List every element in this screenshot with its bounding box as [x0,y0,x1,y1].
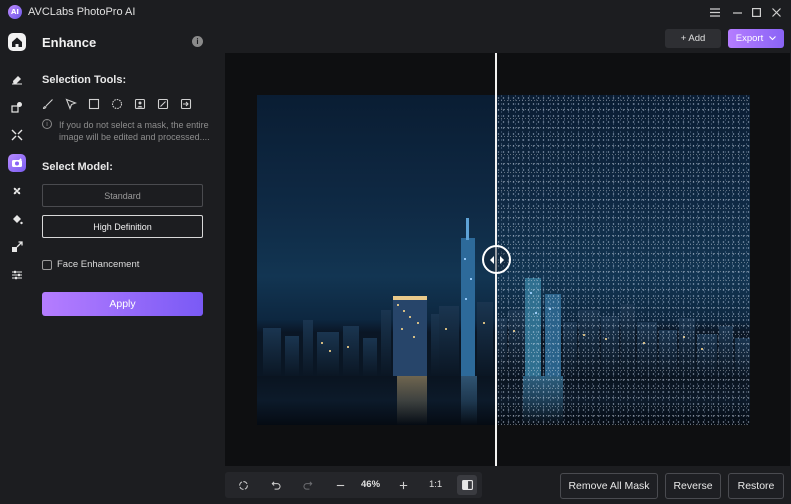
undo-icon[interactable] [267,477,283,493]
app-title: AVCLabs PhotoPro AI [28,6,136,18]
selection-tools [42,98,192,110]
close-icon[interactable] [767,3,785,21]
maximize-icon[interactable] [747,3,765,21]
enhance-icon[interactable] [8,154,26,172]
fill-icon[interactable] [8,210,26,228]
zoom-level: 46% [361,479,381,490]
compare-view-button[interactable] [457,475,477,495]
restore-button[interactable]: Restore [728,473,784,499]
face-enhancement-checkbox[interactable] [42,260,52,270]
zoom-out-icon[interactable] [332,477,348,493]
lasso-icon[interactable] [65,98,77,110]
export-button[interactable]: Export [728,29,784,48]
ellipse-icon[interactable] [111,98,123,110]
reset-view-icon[interactable] [235,477,251,493]
light-reflection [397,376,427,425]
tool-rail [0,24,34,504]
drag-arrows-icon [489,255,504,264]
model-standard-button[interactable]: Standard [42,184,203,207]
brush-icon[interactable] [42,98,54,110]
selection-tools-label: Selection Tools: [42,74,127,86]
zoom-in-icon[interactable] [395,477,411,493]
model-hd-button[interactable]: High Definition [42,215,203,238]
fan-icon[interactable] [8,182,26,200]
portrait-icon[interactable] [134,98,146,110]
reverse-button[interactable]: Reverse [665,473,721,499]
select-model-label: Select Model: [42,161,113,173]
import-mask-icon[interactable] [180,98,192,110]
title-bar: AI AVCLabs PhotoPro AI [0,0,791,24]
split-view-icon [461,480,473,490]
remove-all-mask-button[interactable]: Remove All Mask [560,473,658,499]
menu-icon[interactable] [706,3,724,21]
crop-icon[interactable] [8,126,26,144]
actual-size-button[interactable]: 1:1 [429,479,442,490]
hint-icon: i [42,119,52,129]
app-logo: AI [8,5,22,19]
app-logo-text: AI [10,8,20,16]
redo-icon[interactable] [300,477,316,493]
noise-overlay [496,95,750,425]
main-area: + Add Export 46% 1:1 Remove All Mask Rev… [218,24,791,504]
face-enhancement-label: Face Enhancement [57,259,140,270]
sliders-icon[interactable] [8,266,26,284]
tower-reflection [461,376,477,425]
compare-handle[interactable] [482,245,511,274]
info-icon[interactable]: i [192,36,203,47]
eraser-icon[interactable] [8,70,26,88]
chevron-down-icon [769,36,777,41]
home-icon[interactable] [8,33,26,51]
replace-icon[interactable] [8,98,26,116]
export-label: Export [735,33,764,44]
minimize-icon[interactable] [728,3,746,21]
add-button[interactable]: + Add [665,29,721,48]
selection-hint: If you do not select a mask, the entire … [59,120,210,142]
expand-icon[interactable] [8,238,26,256]
view-controls: 46% 1:1 [225,472,482,498]
rectangle-icon[interactable] [88,98,100,110]
enhance-panel: Enhance i Selection Tools: i If you do n… [34,24,218,504]
auto-select-icon[interactable] [157,98,169,110]
apply-button[interactable]: Apply [42,292,203,316]
panel-title: Enhance [42,35,97,50]
